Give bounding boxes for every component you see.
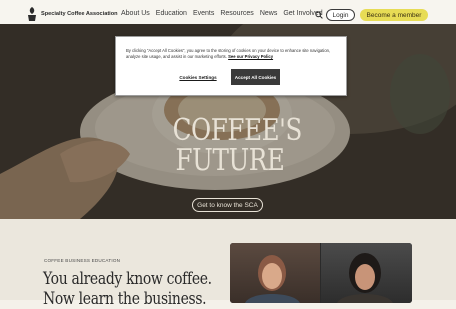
- accept-all-cookies-button[interactable]: Accept All Cookies: [231, 69, 280, 85]
- cookie-consent-dialog: By clicking “Accept All Cookies”, you ag…: [115, 36, 347, 96]
- education-photos: [230, 243, 412, 303]
- section-heading-line1: You already know coffee.: [43, 269, 212, 289]
- get-to-know-sca-button[interactable]: Get to know the SCA: [192, 198, 263, 212]
- hero-title-line1: COFFEE'S: [172, 113, 303, 148]
- nav-item-about-us[interactable]: About Us: [121, 10, 150, 17]
- main-nav: About Us Education Events Resources News…: [121, 10, 323, 17]
- person-right-illustration: [337, 253, 393, 303]
- person-photo-right: [321, 243, 412, 303]
- become-member-button[interactable]: Become a member: [360, 9, 428, 21]
- section-eyebrow: COFFEE BUSINESS EDUCATION: [44, 258, 121, 263]
- hero-title-line2: FUTURE: [175, 143, 285, 178]
- login-button[interactable]: Login: [326, 9, 355, 21]
- nav-item-events[interactable]: Events: [193, 10, 214, 17]
- sca-logo[interactable]: Specialty Coffee Association: [26, 6, 118, 22]
- cookies-settings-button[interactable]: Cookies Settings: [172, 70, 224, 84]
- nav-item-resources[interactable]: Resources: [220, 10, 253, 17]
- cookie-message: By clicking “Accept All Cookies”, you ag…: [126, 48, 336, 59]
- nav-item-news[interactable]: News: [260, 10, 278, 17]
- nav-item-education[interactable]: Education: [156, 10, 187, 17]
- section-heading: You already know coffee. Now learn the b…: [43, 269, 212, 309]
- hero-title: COFFEE'S FUTURE: [172, 113, 303, 178]
- logo-text: Specialty Coffee Association: [41, 11, 118, 17]
- search-icon[interactable]: [315, 11, 323, 19]
- person-photo-left: [230, 243, 320, 303]
- privacy-policy-link[interactable]: See our Privacy Policy: [228, 54, 273, 59]
- logo-icon: [28, 7, 36, 21]
- person-left-illustration: [245, 255, 300, 303]
- section-heading-line2: Now learn the business.: [43, 289, 207, 309]
